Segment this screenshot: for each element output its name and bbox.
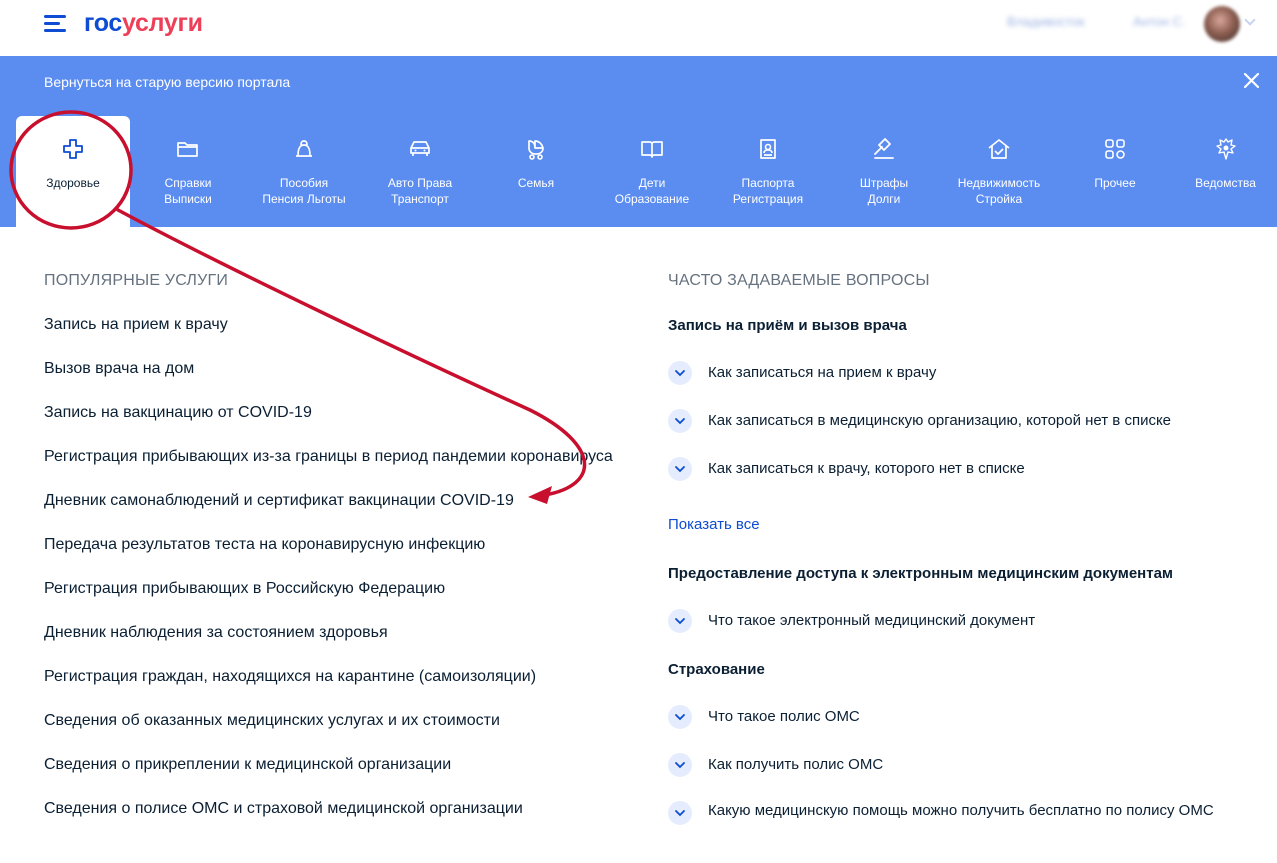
- category-label: Недвижимость Стройка: [957, 176, 1041, 206]
- faq-title: ЧАСТО ЗАДАВАЕМЫЕ ВОПРОСЫ: [668, 272, 930, 289]
- category-agencies[interactable]: Ведомства: [1174, 108, 1277, 227]
- chevron-down-icon[interactable]: [1244, 14, 1256, 26]
- stroller-icon: [528, 140, 544, 160]
- user-name-link[interactable]: Антон С.: [1133, 14, 1186, 29]
- health-cross-icon: [63, 139, 83, 159]
- service-link[interactable]: Запись на прием к врачу: [44, 316, 228, 334]
- service-link[interactable]: Сведения об оказанных медицинских услуга…: [44, 712, 500, 730]
- gavel-icon: [874, 138, 894, 159]
- logo-part-gos: гос: [84, 9, 123, 37]
- popular-services-title: ПОПУЛЯРНЫЕ УСЛУГИ: [44, 272, 229, 289]
- service-link[interactable]: Регистрация граждан, находящихся на кара…: [44, 668, 536, 686]
- piggy-icon: [296, 140, 312, 157]
- category-label: Дети Образование: [614, 176, 690, 206]
- car-icon: [410, 141, 430, 156]
- folder-icon: [177, 142, 198, 157]
- chevron-down-icon[interactable]: [668, 361, 692, 385]
- category-other[interactable]: Прочее: [1056, 108, 1174, 227]
- show-all-link[interactable]: Показать все: [668, 516, 760, 533]
- category-certificates[interactable]: Справки Выписки: [130, 108, 246, 227]
- chevron-down-icon[interactable]: [668, 457, 692, 481]
- category-label: Штрафы Долги: [859, 176, 909, 206]
- chevron-down-icon[interactable]: [668, 409, 692, 433]
- logo-part-uslugi: услуги: [122, 9, 203, 37]
- faq-group-title: Предоставление доступа к электронным мед…: [668, 565, 1174, 582]
- book-icon: [641, 141, 663, 158]
- location-link[interactable]: Владивосток: [1007, 14, 1085, 29]
- category-realty[interactable]: Недвижимость Стройка: [942, 108, 1056, 227]
- category-label: Прочее: [1094, 176, 1136, 190]
- category-label: Пособия Пенсия Льготы: [262, 176, 346, 206]
- category-children[interactable]: Дети Образование: [594, 108, 710, 227]
- annotation-arrowhead: [528, 486, 552, 504]
- chevron-down-icon[interactable]: [668, 705, 692, 729]
- faq-question-text: Как записаться к врачу, которого нет в с…: [708, 460, 1025, 477]
- faq-question-text: Как получить полис ОМС: [708, 756, 884, 773]
- faq-question-text: Что такое электронный медицинский докуме…: [708, 612, 1036, 629]
- faq-question-text: Как записаться на прием к врачу: [708, 364, 937, 381]
- service-link[interactable]: Сведения о полисе ОМС и страховой медици…: [44, 800, 523, 818]
- category-label: Паспорта Регистрация: [732, 176, 804, 206]
- category-health[interactable]: Здоровье: [16, 116, 130, 227]
- faq-question-text: Что такое полис ОМС: [708, 708, 860, 725]
- faq-question-text: Какую медицинскую помощь можно получить …: [708, 802, 1214, 819]
- category-label: Справки Выписки: [164, 176, 212, 206]
- category-passports[interactable]: Паспорта Регистрация: [710, 108, 826, 227]
- chevron-down-icon[interactable]: [668, 609, 692, 633]
- avatar[interactable]: [1204, 6, 1240, 42]
- faq-group-title: Страхование: [668, 661, 765, 678]
- service-link[interactable]: Запись на вакцинацию от COVID-19: [44, 404, 312, 422]
- category-label: Семья: [517, 176, 555, 190]
- menu-icon[interactable]: [44, 15, 66, 33]
- service-link[interactable]: Дневник самонаблюдений и сертификат вакц…: [44, 492, 514, 510]
- category-label: Здоровье: [46, 176, 100, 190]
- gosuslugi-logo[interactable]: госуслуги: [84, 9, 203, 38]
- emblem-icon: [1215, 138, 1236, 160]
- service-link[interactable]: Вызов врача на дом: [44, 360, 194, 378]
- category-nav: Здоровье Справки Выписки Пособия Пенсия …: [0, 108, 1277, 227]
- close-icon[interactable]: [1243, 72, 1260, 89]
- grid-icon: [1105, 139, 1125, 159]
- service-link[interactable]: Регистрация прибывающих в Российскую Фед…: [44, 580, 445, 598]
- service-link[interactable]: Передача результатов теста на коронавиру…: [44, 536, 485, 554]
- faq-group-title: Запись на приём и вызов врача: [668, 317, 907, 334]
- old-version-banner: Вернуться на старую версию портала: [0, 56, 1277, 108]
- passport-icon: [760, 139, 776, 159]
- faq-question-text: Как записаться в медицинскую организацию…: [708, 412, 1172, 429]
- chevron-down-icon[interactable]: [668, 753, 692, 777]
- category-auto[interactable]: Авто Права Транспорт: [362, 108, 478, 227]
- chevron-down-icon[interactable]: [668, 801, 692, 825]
- category-fines[interactable]: Штрафы Долги: [826, 108, 942, 227]
- category-family[interactable]: Семья: [478, 108, 594, 227]
- category-benefits[interactable]: Пособия Пенсия Льготы: [246, 108, 362, 227]
- category-label: Авто Права Транспорт: [387, 176, 453, 206]
- return-old-version-link[interactable]: Вернуться на старую версию портала: [44, 74, 290, 90]
- service-link[interactable]: Регистрация прибывающих из-за границы в …: [44, 448, 613, 466]
- service-link[interactable]: Дневник наблюдения за состоянием здоровь…: [44, 624, 388, 642]
- house-icon: [988, 139, 1010, 159]
- top-header: госуслуги Владивосток Антон С.: [0, 0, 1277, 56]
- category-label: Ведомства: [1195, 176, 1256, 190]
- service-link[interactable]: Сведения о прикреплении к медицинской ор…: [44, 756, 451, 774]
